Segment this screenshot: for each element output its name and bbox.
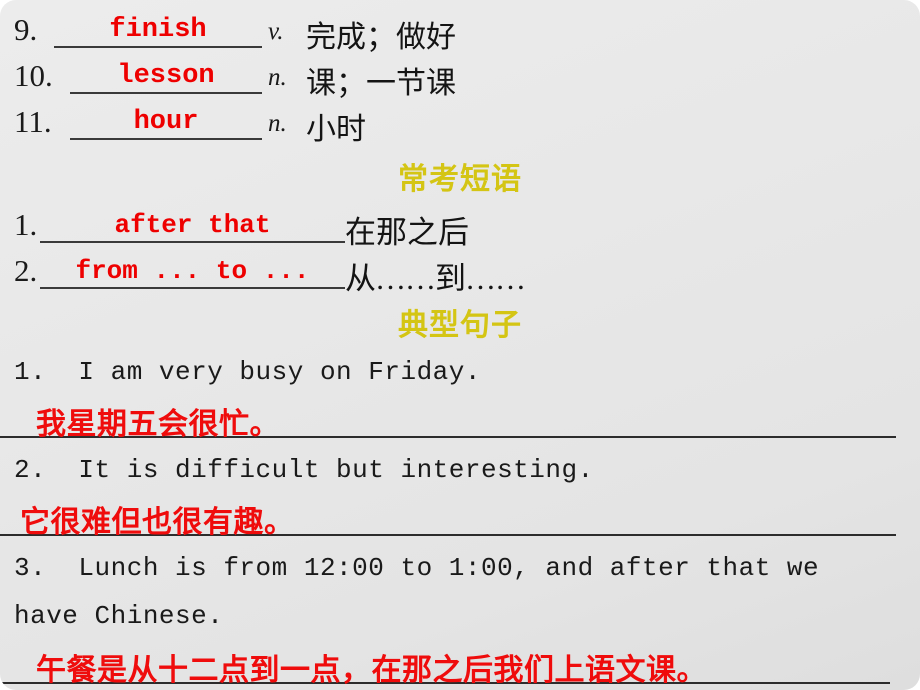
sentence-translation: 我星期五会很忙。 — [36, 408, 280, 441]
vocabulary-answer: finish — [109, 15, 207, 45]
vocabulary-item-number: 11. — [14, 104, 52, 139]
phrase-item-number: 1. — [14, 207, 38, 242]
vocabulary-answer: hour — [133, 107, 199, 137]
sentence-translation: 午餐是从十二点到一点，在那之后我们上语文课。 — [36, 654, 707, 687]
vocabulary-item: 11. hour n. 小时 — [0, 100, 920, 146]
sentence-translation: 它很难但也很有趣。 — [20, 506, 295, 539]
sentence-english: 2. It is difficult but interesting. — [14, 455, 594, 485]
vocabulary-item-number: 9. — [14, 12, 38, 47]
sentence-english: 1. I am very busy on Friday. — [14, 357, 481, 387]
sentence-english: 3. Lunch is from 12:00 to 1:00, and afte… — [14, 553, 820, 583]
phrase-blank[interactable]: from ... to ... — [40, 253, 345, 289]
vocabulary-item: 10. lesson n. 课；一节课 — [0, 54, 920, 100]
sentence-english-continued: have Chinese. — [14, 601, 224, 631]
vocabulary-meaning: 课；一节课 — [306, 67, 456, 100]
phrase-meaning: 从……到…… — [345, 261, 526, 296]
phrase-answer: after that — [114, 210, 271, 240]
vocabulary-meaning: 小时 — [306, 113, 366, 146]
phrase-meaning: 在那之后 — [345, 215, 469, 250]
phrase-item: 1. after that 在那之后 — [0, 203, 920, 251]
vocabulary-part-of-speech: v. — [268, 18, 284, 45]
vocabulary-part-of-speech: n. — [268, 110, 287, 137]
phrase-item-number: 2. — [14, 253, 38, 288]
sentences-section-heading: 典型句子 — [398, 309, 522, 342]
slide-canvas: 9. finish v. 完成；做好 10. lesson n. 课；一节课 1… — [0, 0, 920, 690]
vocabulary-item: 9. finish v. 完成；做好 — [0, 8, 920, 54]
phrase-item: 2. from ... to ... 从……到…… — [0, 249, 920, 297]
vocabulary-answer: lesson — [117, 61, 215, 91]
vocabulary-blank[interactable]: lesson — [70, 58, 262, 94]
vocabulary-blank[interactable]: hour — [70, 104, 262, 140]
phrases-section-heading: 常考短语 — [398, 163, 522, 196]
vocabulary-meaning: 完成；做好 — [306, 21, 456, 54]
phrase-answer: from ... to ... — [75, 256, 310, 286]
vocabulary-item-number: 10. — [14, 58, 53, 93]
vocabulary-blank[interactable]: finish — [54, 12, 262, 48]
vocabulary-part-of-speech: n. — [268, 64, 287, 91]
phrase-blank[interactable]: after that — [40, 207, 345, 243]
